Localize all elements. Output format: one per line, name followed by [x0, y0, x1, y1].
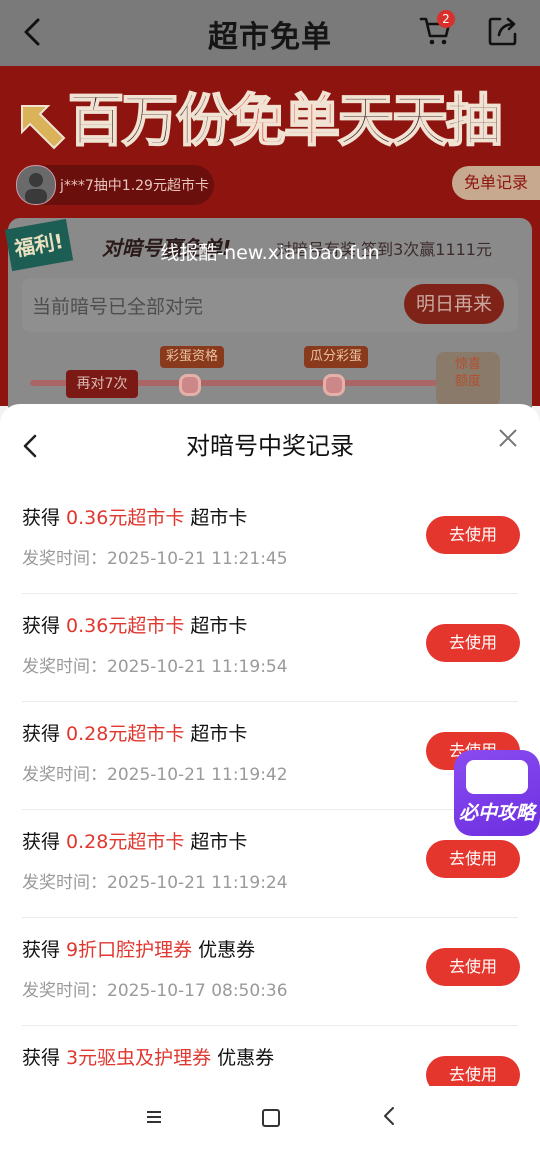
- record-prefix: 获得: [22, 723, 61, 745]
- record-line: 获得 3元驱虫及护理券 优惠券: [22, 1043, 274, 1070]
- record-prefix: 获得: [22, 507, 61, 529]
- record-prize: 0.36元超市卡: [66, 507, 185, 529]
- record-prefix: 获得: [22, 939, 61, 961]
- time-value: 2025-10-21 11:21:45: [107, 549, 288, 569]
- surprise-label: 惊喜 额度: [454, 357, 481, 389]
- record-type: 超市卡: [190, 831, 248, 853]
- cart-count-badge: 2: [437, 10, 455, 28]
- time-value: 2025-10-21 11:19:54: [107, 657, 288, 677]
- record-line: 获得 0.36元超市卡 超市卡: [22, 503, 247, 530]
- list-item: 获得 0.36元超市卡 超市卡 发奖时间：2025-10-21 11:19:54 去…: [0, 594, 540, 702]
- headline-highlight: 免单: [229, 88, 341, 155]
- list-item: 获得 0.36元超市卡 超市卡 发奖时间：2025-10-21 11:21:45 去…: [0, 486, 540, 594]
- use-button[interactable]: 去使用: [426, 624, 520, 662]
- close-icon[interactable]: [496, 426, 520, 450]
- surprise-bonus-card[interactable]: 惊喜 额度: [436, 352, 500, 406]
- strategy-card-graphic: [466, 760, 528, 794]
- record-type: 超市卡: [190, 723, 248, 745]
- recent-apps-icon[interactable]: [146, 1110, 162, 1124]
- record-time: 发奖时间：2025-10-21 11:19:24: [22, 868, 288, 893]
- record-prefix: 获得: [22, 615, 61, 637]
- use-button[interactable]: 去使用: [426, 516, 520, 554]
- record-time: 发奖时间：2025-10-21 11:19:42: [22, 760, 288, 785]
- come-back-tomorrow-button[interactable]: 明日再来: [404, 284, 504, 324]
- share-icon[interactable]: [486, 14, 520, 48]
- record-line: 获得 0.36元超市卡 超市卡: [22, 611, 247, 638]
- avatar: [16, 165, 56, 205]
- milestone-dot: [179, 374, 201, 396]
- headline-part1: 百万份: [67, 88, 233, 155]
- system-nav-bar: [0, 1086, 540, 1149]
- time-label: 发奖时间：: [22, 765, 107, 785]
- record-line: 获得 0.28元超市卡 超市卡: [22, 719, 247, 746]
- winner-ticker: j***7抽中1.29元超市卡: [16, 165, 214, 205]
- code-status-text: 当前暗号已全部对完: [32, 296, 204, 318]
- list-item: 获得 9折口腔护理券 优惠券 发奖时间：2025-10-17 08:50:36 去使…: [0, 918, 540, 1026]
- time-value: 2025-10-21 11:19:24: [107, 873, 288, 893]
- record-prize: 0.28元超市卡: [66, 723, 185, 745]
- nav-back-icon[interactable]: [383, 1106, 395, 1126]
- record-prize: 9折口腔护理券: [66, 939, 193, 961]
- record-line: 获得 9折口腔护理券 优惠券: [22, 935, 255, 962]
- remaining-codes-chip: 再对7次: [66, 370, 138, 398]
- record-prize: 0.36元超市卡: [66, 615, 185, 637]
- sheet-title: 对暗号中奖记录: [186, 432, 354, 460]
- home-icon[interactable]: [262, 1109, 280, 1127]
- time-value: 2025-10-17 08:50:36: [107, 981, 288, 1001]
- watermark: 线报酷-new.xianbao.fun: [160, 242, 380, 264]
- time-label: 发奖时间：: [22, 981, 107, 1001]
- arrow-decoration-icon: [21, 105, 66, 150]
- record-type: 优惠券: [198, 939, 256, 961]
- milestone-tag: 瓜分彩蛋: [304, 346, 369, 368]
- winner-text: j***7抽中1.29元超市卡: [60, 178, 209, 194]
- record-type: 优惠券: [217, 1047, 275, 1069]
- milestone-dot: [323, 374, 345, 396]
- time-label: 发奖时间：: [22, 873, 107, 893]
- use-button[interactable]: 去使用: [426, 948, 520, 986]
- strategy-label: 必中攻略: [458, 802, 535, 824]
- page-title: 超市免单: [208, 20, 332, 55]
- time-label: 发奖时间：: [22, 657, 107, 677]
- hero-headline: 百万份免单天天抽: [67, 76, 503, 157]
- record-type: 超市卡: [190, 507, 248, 529]
- milestone-tag: 彩蛋资格: [160, 346, 225, 368]
- top-app-bar: 超市免单 2: [0, 0, 540, 66]
- time-label: 发奖时间：: [22, 549, 107, 569]
- record-time: 发奖时间：2025-10-17 08:50:36: [22, 976, 288, 1001]
- time-value: 2025-10-21 11:19:42: [107, 765, 288, 785]
- record-line: 获得 0.28元超市卡 超市卡: [22, 827, 247, 854]
- record-prefix: 获得: [22, 831, 61, 853]
- record-type: 超市卡: [190, 615, 248, 637]
- record-time: 发奖时间：2025-10-21 11:19:54: [22, 652, 288, 677]
- free-order-record-button[interactable]: 免单记录: [452, 166, 540, 200]
- strategy-floating-button[interactable]: 必中攻略: [454, 750, 540, 836]
- use-button[interactable]: 去使用: [426, 840, 520, 878]
- headline-part2: 天天抽: [337, 88, 503, 155]
- record-prefix: 获得: [22, 1047, 61, 1069]
- record-time: 发奖时间：2025-10-21 11:21:45: [22, 544, 288, 569]
- record-prize: 3元驱虫及护理券: [66, 1047, 212, 1069]
- record-prize: 0.28元超市卡: [66, 831, 185, 853]
